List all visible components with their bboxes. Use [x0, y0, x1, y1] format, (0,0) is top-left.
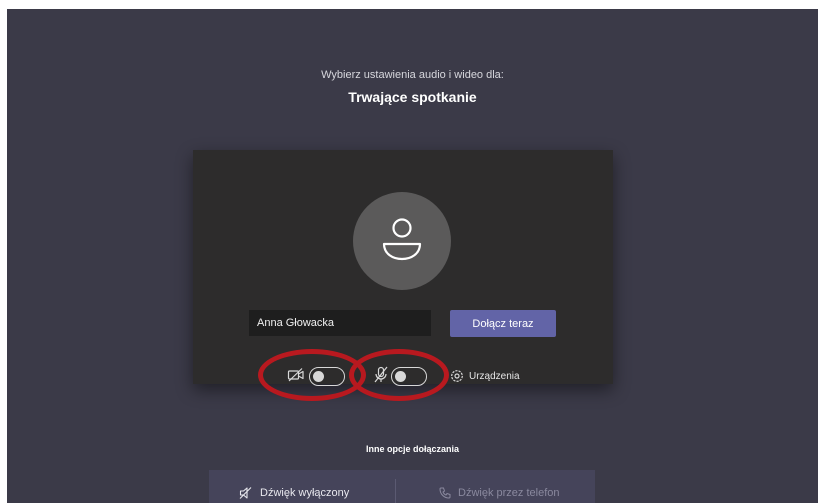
teams-prejoin-screen: Wybierz ustawienia audio i wideo dla: Tr…: [7, 9, 818, 503]
join-now-button[interactable]: Dołącz teraz: [450, 310, 556, 337]
other-join-options-label: Inne opcje dołączania: [365, 444, 460, 454]
name-input[interactable]: [249, 310, 431, 336]
devices-button[interactable]: Urządzenia: [469, 371, 520, 382]
microphone-toggle-highlight: [349, 349, 449, 401]
meeting-title: Trwające spotkanie: [348, 89, 477, 105]
prejoin-subtitle: Wybierz ustawienia audio i wideo dla:: [321, 69, 504, 81]
options-divider: [395, 479, 396, 503]
phone-audio-label: Dźwięk przez telefon: [458, 487, 560, 499]
other-join-options: Dźwięk wyłączony Dźwięk przez telefon: [209, 470, 595, 503]
speaker-off-icon: [239, 487, 252, 499]
gear-icon[interactable]: [450, 369, 464, 383]
phone-audio-option[interactable]: Dźwięk przez telefon: [439, 487, 560, 499]
video-preview-card: Dołącz teraz Urządzenia: [193, 150, 613, 401]
audio-off-label: Dźwięk wyłączony: [260, 487, 350, 499]
phone-icon: [439, 487, 451, 499]
avatar: [353, 192, 451, 290]
person-icon: [382, 218, 422, 261]
audio-off-option[interactable]: Dźwięk wyłączony: [239, 487, 349, 499]
